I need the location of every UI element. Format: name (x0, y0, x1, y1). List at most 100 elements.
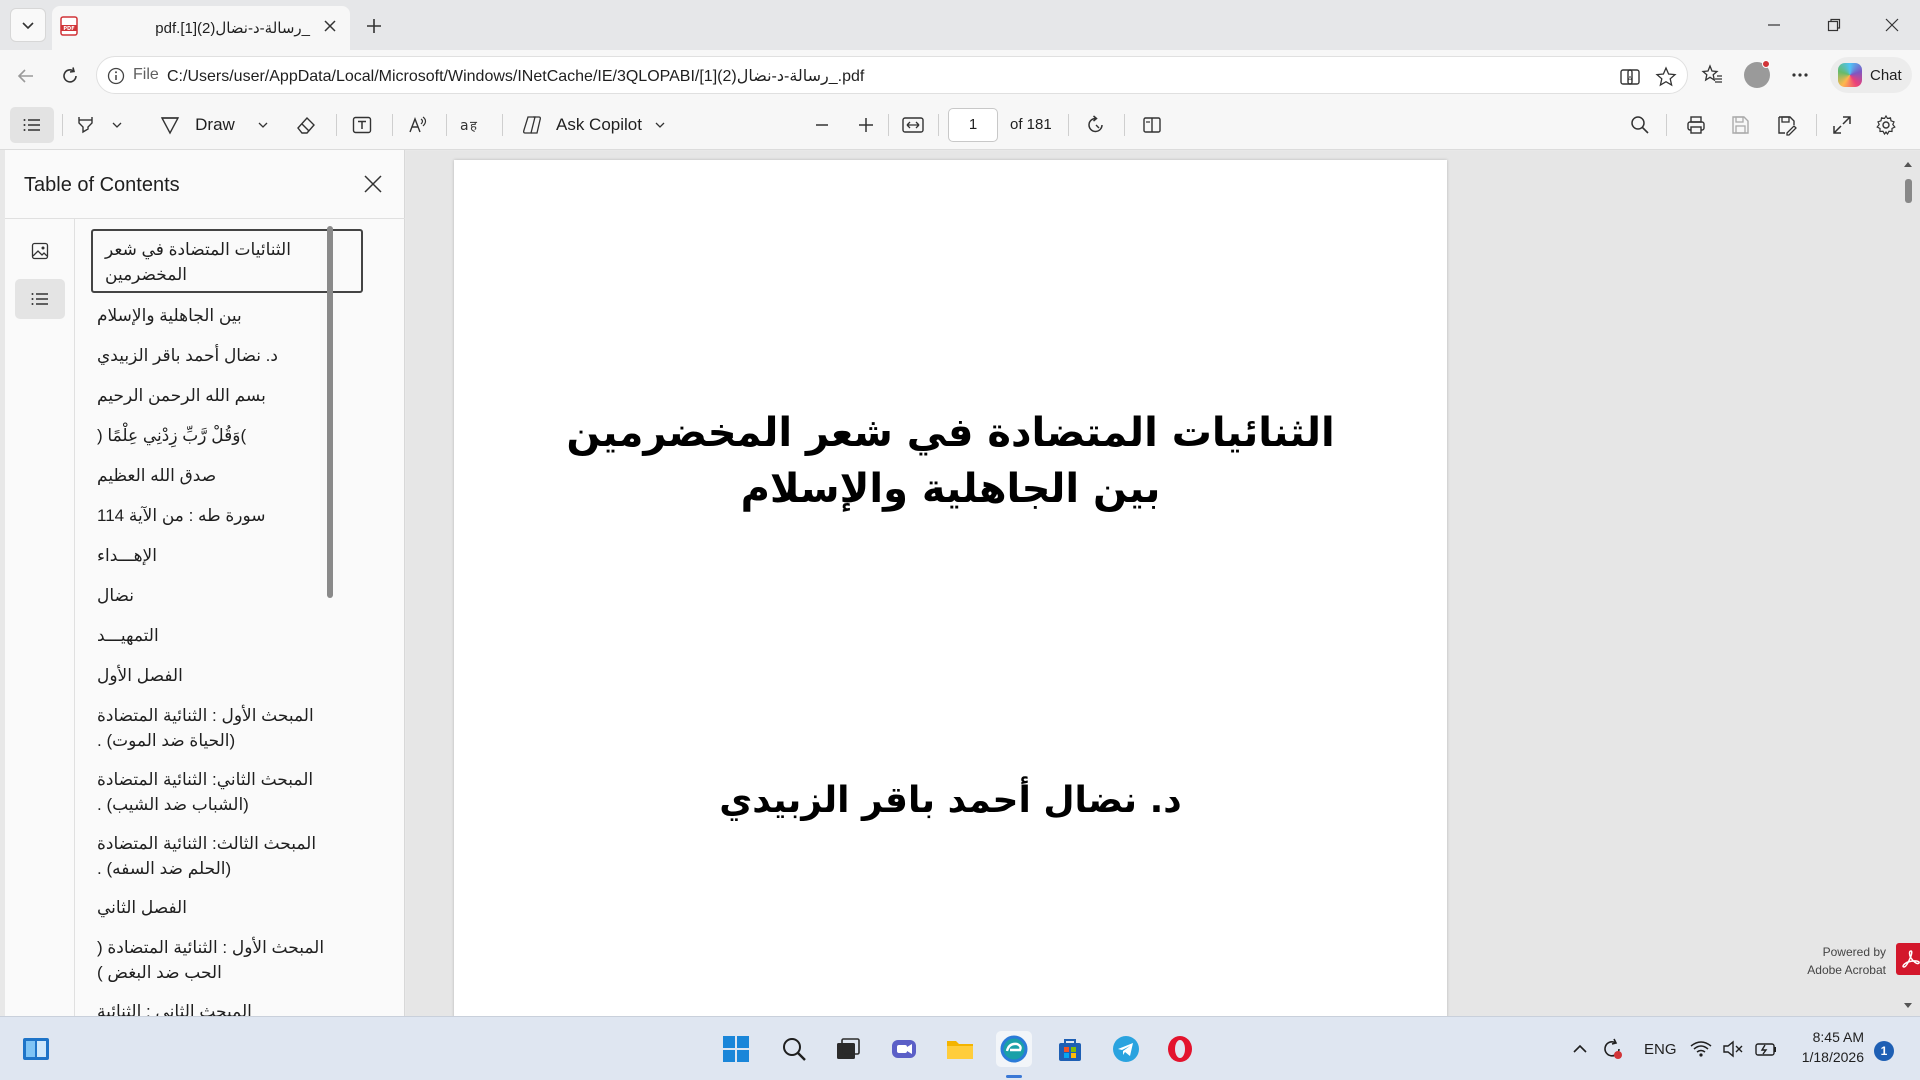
translate-button[interactable]: aह (458, 111, 488, 139)
zoom-in-button[interactable] (852, 111, 880, 139)
speaker-muted-icon (1723, 1040, 1743, 1058)
page-number-input[interactable]: 1 (948, 108, 998, 142)
save-as-button[interactable] (1772, 111, 1800, 139)
add-text-button[interactable] (348, 111, 376, 139)
page-view-button[interactable] (1138, 111, 1166, 139)
toc-item[interactable]: الإهـــداء (97, 543, 355, 568)
edge-browser-icon (1000, 1035, 1028, 1063)
refresh-button[interactable] (56, 62, 84, 90)
sync-status-button[interactable] (1598, 1031, 1626, 1067)
copilot-chat-button[interactable]: Chat (1830, 57, 1912, 93)
toc-item[interactable]: المبحث الثاني : الثنائية (97, 999, 355, 1016)
powered-by-line: Adobe Acrobat (1807, 963, 1886, 977)
rotate-button[interactable] (1082, 111, 1110, 139)
task-view-button[interactable] (830, 1031, 866, 1067)
battery-button[interactable] (1752, 1031, 1780, 1067)
fit-to-width-button[interactable] (898, 111, 928, 139)
toc-item[interactable]: المبحث الثالث: الثنائية المتضادة (الحلم … (97, 831, 355, 881)
find-button[interactable] (1626, 111, 1654, 139)
contents-tab[interactable] (15, 279, 65, 319)
document-viewer: الثنائيات المتضادة في شعر المخضرمين بين … (406, 151, 1920, 1016)
toolbar-divider (392, 114, 393, 136)
telegram-button[interactable] (1108, 1031, 1144, 1067)
minimize-button[interactable] (1760, 12, 1788, 38)
toc-list: الثنائيات المتضادة في شعر المخضرمين بين … (75, 218, 405, 1016)
toc-item[interactable]: الثنائيات المتضادة في شعر المخضرمين (91, 229, 363, 293)
restore-button[interactable] (1820, 12, 1848, 38)
browser-tab[interactable]: PDF pdf.[1](2)رسالة-د-نضال_ (52, 6, 350, 50)
thumbnails-tab[interactable] (15, 231, 65, 271)
store-button[interactable] (1052, 1031, 1088, 1067)
pdf-settings-button[interactable] (1872, 111, 1900, 139)
erase-button[interactable] (292, 111, 320, 139)
tab-title: pdf.[1](2)رسالة-د-نضال_ (155, 20, 310, 37)
toc-item[interactable]: سورة طه : من الآية 114 (97, 503, 355, 528)
widgets-button[interactable] (18, 1031, 54, 1067)
contents-toggle-button[interactable] (10, 107, 54, 143)
favorites-button[interactable] (1698, 61, 1726, 89)
scroll-up-arrow-icon[interactable] (1902, 159, 1914, 169)
tab-actions-menu-button[interactable] (10, 8, 46, 42)
zoom-out-button[interactable] (808, 111, 836, 139)
favorite-star-button[interactable] (1655, 66, 1677, 88)
back-button[interactable] (12, 62, 40, 90)
save-button[interactable] (1726, 111, 1754, 139)
read-aloud-button[interactable]: A (1619, 66, 1641, 88)
draw-pen-icon (160, 117, 180, 135)
start-button[interactable] (718, 1031, 754, 1067)
url-text: C:/Users/user/AppData/Local/Microsoft/Wi… (167, 68, 865, 85)
toc-item[interactable]: بسم الله الرحمن الرحيم (97, 383, 355, 408)
toc-item[interactable]: بين الجاهلية والإسلام (97, 303, 355, 328)
toc-scrollbar[interactable] (327, 226, 333, 598)
draw-button[interactable]: Draw (156, 111, 272, 139)
file-explorer-button[interactable] (942, 1031, 978, 1067)
toc-item[interactable]: المبحث الثاني: الثنائية المتضادة (الشباب… (97, 767, 355, 817)
pdf-page: الثنائيات المتضادة في شعر المخضرمين بين … (454, 160, 1447, 1016)
toc-item[interactable]: الفصل الثاني (97, 895, 355, 920)
toc-item[interactable]: د. نضال أحمد باقر الزبيدي (97, 343, 355, 368)
print-button[interactable] (1682, 111, 1710, 139)
fullscreen-button[interactable] (1828, 111, 1856, 139)
document-scrollbar[interactable] (1902, 159, 1914, 1011)
list-icon (23, 119, 40, 131)
input-language[interactable]: ENG (1644, 1041, 1677, 1058)
panel-rail (5, 218, 75, 1016)
meet-app-button[interactable] (886, 1031, 922, 1067)
scrollbar-thumb[interactable] (1905, 179, 1912, 203)
save-icon (1732, 116, 1749, 134)
show-hidden-icons-button[interactable] (1568, 1031, 1592, 1067)
info-icon[interactable] (107, 67, 125, 85)
page-count: of 181 (1010, 116, 1052, 133)
edge-taskbar-button[interactable] (996, 1031, 1032, 1067)
toc-item[interactable]: صدق الله العظيم (97, 463, 355, 488)
opera-button[interactable] (1162, 1031, 1198, 1067)
search-button[interactable] (776, 1031, 812, 1067)
close-window-button[interactable] (1878, 12, 1906, 38)
network-button[interactable] (1688, 1031, 1714, 1067)
toc-item[interactable]: الفصل الأول (97, 663, 355, 688)
toolbar-divider (446, 114, 447, 136)
scroll-down-arrow-icon[interactable] (1902, 1001, 1914, 1011)
image-icon (31, 242, 49, 260)
ask-copilot-button[interactable]: Ask Copilot (518, 111, 670, 139)
address-input[interactable]: File C:/Users/user/AppData/Local/Microso… (96, 56, 1688, 94)
new-tab-button[interactable] (360, 12, 388, 40)
toc-item[interactable]: التمهيـــد (97, 623, 355, 648)
close-icon (364, 175, 382, 193)
chevron-down-icon (258, 122, 268, 128)
powered-by-line: Powered by (1822, 945, 1886, 959)
copilot-icon (1838, 63, 1862, 87)
clock[interactable]: 8:45 AM 1/18/2026 (1788, 1027, 1864, 1067)
highlight-button[interactable] (74, 111, 124, 139)
read-aloud-button[interactable] (404, 111, 432, 139)
close-tab-button[interactable] (320, 16, 340, 36)
notification-badge[interactable]: 1 (1874, 1041, 1894, 1061)
toc-item[interactable]: )وَقُلْ رَّبِّ زِدْنِي عِلْمًا ( (97, 423, 355, 448)
close-panel-button[interactable] (361, 172, 385, 196)
toc-item[interactable]: نضال (97, 583, 355, 608)
volume-button[interactable] (1720, 1031, 1746, 1067)
telegram-icon (1113, 1036, 1139, 1062)
toc-item[interactable]: المبحث الأول : الثنائية المتضادة ( الحب … (97, 935, 355, 985)
settings-more-button[interactable] (1786, 61, 1814, 89)
toc-item[interactable]: المبحث الأول : الثنائية المتضادة (الحياة… (97, 703, 355, 753)
